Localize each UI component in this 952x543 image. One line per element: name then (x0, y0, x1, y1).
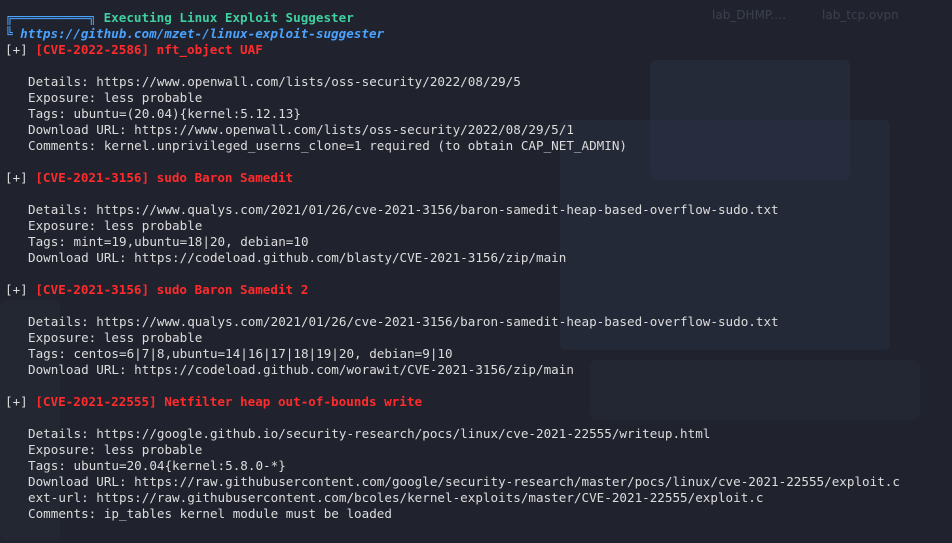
entry-detail: Details: https://www.openwall.com/lists/… (28, 74, 521, 89)
entry-detail: Comments: kernel.unprivileged_userns_clo… (28, 138, 627, 153)
entry-detail: Exposure: less probable (28, 90, 203, 105)
terminal-output[interactable]: ╔══════════╗ Executing Linux Exploit Sug… (0, 0, 952, 543)
entry-title: [CVE-2022-2586] nft_object UAF (35, 42, 263, 57)
entry-title: [CVE-2021-3156] sudo Baron Samedit (35, 170, 294, 185)
entry-detail: Details: https://google.github.io/securi… (28, 426, 711, 441)
box-drawing-icon: ╔══════════╗ (5, 10, 104, 25)
entry-detail: Comments: ip_tables kernel module must b… (28, 506, 392, 521)
entry-detail: Exposure: less probable (28, 330, 203, 345)
entry-title-line: [+] [CVE-2022-2586] nft_object UAF (5, 42, 263, 58)
entry-detail: Download URL: https://www.openwall.com/l… (28, 122, 574, 137)
entry-detail: Download URL: https://codeload.github.co… (28, 250, 567, 265)
entry-detail: Tags: ubuntu=20.04{kernel:5.8.0-*} (28, 458, 286, 473)
entry-detail: Tags: ubuntu=(20.04){kernel:5.12.13} (28, 106, 301, 121)
entry-title-line: [+] [CVE-2021-22555] Netfilter heap out-… (5, 394, 422, 410)
header-url-line: ╚ https://github.com/mzet-/linux-exploit… (5, 26, 384, 42)
entry-detail: Tags: centos=6|7|8,ubuntu=14|16|17|18|19… (28, 346, 453, 361)
entry-marker: [+] (5, 282, 28, 297)
entry-marker: [+] (5, 170, 28, 185)
header-title: Executing Linux Exploit Suggester (103, 10, 354, 25)
entry-detail: ext-url: https://raw.githubusercontent.c… (28, 490, 764, 505)
entry-detail: Details: https://www.qualys.com/2021/01/… (28, 314, 779, 329)
entry-detail: Tags: mint=19,ubuntu=18|20, debian=10 (28, 234, 309, 249)
entry-title: [CVE-2021-22555] Netfilter heap out-of-b… (35, 394, 423, 409)
entry-title-line: [+] [CVE-2021-3156] sudo Baron Samedit 2 (5, 282, 308, 298)
entry-title-line: [+] [CVE-2021-3156] sudo Baron Samedit (5, 170, 293, 186)
entry-marker: [+] (5, 42, 28, 57)
entry-detail: Download URL: https://raw.githubusercont… (28, 474, 900, 489)
box-drawing-icon: ╚ (5, 26, 21, 41)
entry-detail: Details: https://www.qualys.com/2021/01/… (28, 202, 779, 217)
entry-title: [CVE-2021-3156] sudo Baron Samedit 2 (35, 282, 309, 297)
header-banner: ╔══════════╗ Executing Linux Exploit Sug… (5, 10, 354, 26)
entry-detail: Download URL: https://codeload.github.co… (28, 362, 574, 377)
entry-marker: [+] (5, 394, 28, 409)
entry-detail: Exposure: less probable (28, 218, 203, 233)
entry-detail: Exposure: less probable (28, 442, 203, 457)
header-url[interactable]: https://github.com/mzet-/linux-exploit-s… (20, 26, 384, 41)
